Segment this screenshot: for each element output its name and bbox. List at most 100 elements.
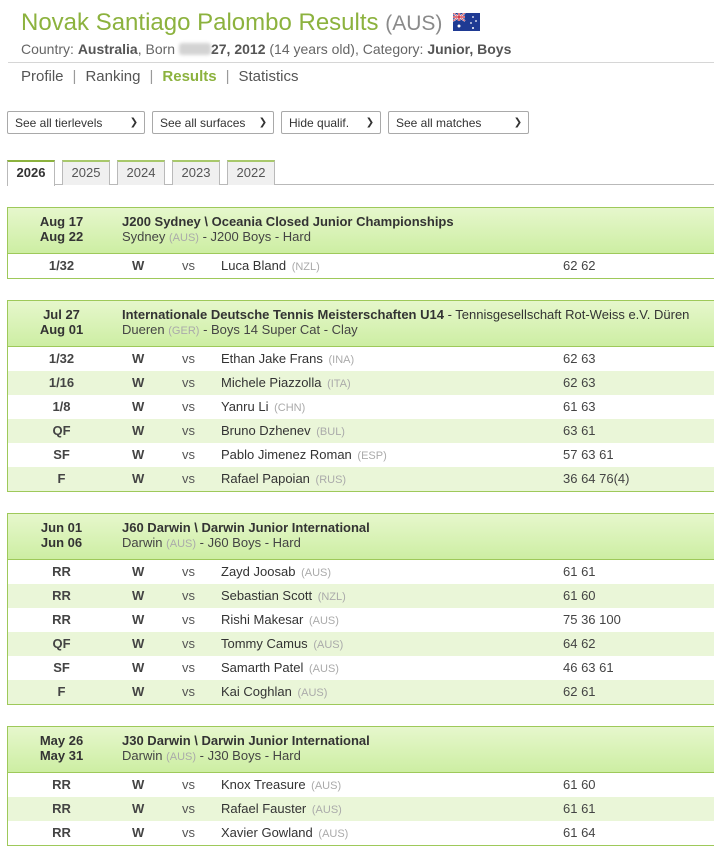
match-row: 1/32 Wvs Luca Bland (NZL) 62 62 — [8, 254, 714, 278]
tournament-country: (AUS) — [166, 751, 197, 763]
tournament-details: - J60 Boys - Hard — [199, 535, 301, 550]
opponent-name[interactable]: Yanru Li — [221, 399, 268, 414]
tournament-details: - J30 Boys - Hard — [199, 748, 301, 763]
match-round: F — [57, 684, 66, 699]
tournament-name[interactable]: Internationale Deutsche Tennis Meistersc… — [122, 307, 689, 322]
player-birth-date: 27, 2012 — [210, 41, 266, 57]
match-opponent: Rishi Makesar (AUS) — [221, 608, 339, 633]
opponent-name[interactable]: Michele Piazzolla — [221, 375, 321, 390]
opponent-name[interactable]: Zayd Joosab — [221, 564, 295, 579]
opponent-name[interactable]: Rishi Makesar — [221, 612, 303, 627]
opponent-name[interactable]: Ethan Jake Frans — [221, 351, 323, 366]
opponent-name[interactable]: Rafael Papoian — [221, 471, 310, 486]
tab-year-2024[interactable]: 2024 — [117, 160, 165, 185]
match-opponent: Tommy Camus (AUS) — [221, 632, 343, 657]
tournament-title[interactable]: J60 Darwin \ Darwin Junior International — [122, 520, 370, 535]
opponent-name[interactable]: Kai Coghlan — [221, 684, 292, 699]
tournament-name[interactable]: J60 Darwin \ Darwin Junior International — [122, 520, 370, 535]
opponent-country: (AUS) — [301, 567, 332, 579]
opponent-name[interactable]: Luca Bland — [221, 258, 286, 273]
tab-year-2025[interactable]: 2025 — [62, 160, 110, 185]
match-vs: vs — [182, 684, 195, 699]
tab-year-2026[interactable]: 2026 — [7, 160, 55, 186]
match-result: W — [132, 684, 145, 699]
opponent-country: (INA) — [328, 354, 355, 366]
match-opponent: Bruno Dzhenev (BUL) — [221, 419, 345, 444]
match-result: W — [132, 612, 145, 627]
match-opponent: Yanru Li (CHN) — [221, 395, 305, 420]
nav-separator: | — [225, 68, 230, 85]
match-vs: vs — [182, 423, 195, 438]
opponent-country: (NZL) — [317, 591, 346, 603]
match-vs: vs — [182, 258, 195, 273]
opponent-name[interactable]: Pablo Jimenez Roman — [221, 447, 352, 462]
tournament-club: - Tennisgesellschaft Rot-Weiss e.V. Düre… — [443, 307, 690, 322]
match-round: QF — [52, 636, 71, 651]
match-score: 64 62 — [563, 636, 596, 651]
tournament-name[interactable]: J30 Darwin \ Darwin Junior International — [122, 733, 370, 748]
match-score: 63 61 — [563, 423, 596, 438]
qualif-select[interactable]: Hide qualif. ❯ — [281, 111, 381, 134]
match-result: W — [132, 660, 145, 675]
tournament-city: Darwin — [122, 748, 163, 763]
match-vs: vs — [182, 777, 195, 792]
match-opponent: Samarth Patel (AUS) — [221, 656, 339, 681]
opponent-name[interactable]: Sebastian Scott — [221, 588, 312, 603]
match-row: QF Wvs Bruno Dzhenev (BUL) 63 61 — [8, 419, 714, 443]
tierlevel-select[interactable]: See all tierlevels ❯ — [7, 111, 145, 134]
tournament-dates: Aug 17 Aug 22 — [8, 214, 115, 244]
nav-profile[interactable]: Profile — [21, 68, 64, 85]
tournament-country: (AUS) — [166, 538, 197, 550]
tournament-city: Darwin — [122, 535, 163, 550]
player-name: Novak Santiago Palombo Results — [21, 9, 379, 36]
opponent-country: (AUS) — [318, 828, 349, 840]
tournament-title[interactable]: Internationale Deutsche Tennis Meistersc… — [122, 307, 444, 322]
match-vs: vs — [182, 399, 195, 414]
tournament-info: Internationale Deutsche Tennis Meistersc… — [122, 307, 689, 339]
tournament-city: Sydney — [122, 229, 166, 244]
opponent-name[interactable]: Bruno Dzhenev — [221, 423, 311, 438]
match-opponent: Ethan Jake Frans (INA) — [221, 347, 354, 372]
tournament-info: J30 Darwin \ Darwin Junior International… — [122, 733, 370, 765]
opponent-name[interactable]: Tommy Camus — [221, 636, 308, 651]
tournament-dates: Jun 01 Jun 06 — [8, 520, 115, 550]
match-opponent: Kai Coghlan (AUS) — [221, 680, 327, 705]
header-divider — [8, 62, 714, 63]
surface-select[interactable]: See all surfaces ❯ — [152, 111, 274, 134]
tournament-title[interactable]: J200 Sydney \ Oceania Closed Junior Cham… — [122, 214, 454, 229]
match-result: W — [132, 636, 145, 651]
tournament-details: - J200 Boys - Hard — [202, 229, 311, 244]
match-score: 36 64 76(4) — [563, 471, 630, 486]
match-result: W — [132, 447, 145, 462]
nav-results[interactable]: Results — [162, 68, 216, 85]
opponent-country: (BUL) — [316, 426, 345, 438]
opponent-name[interactable]: Xavier Gowland — [221, 825, 313, 840]
tournament-title[interactable]: J30 Darwin \ Darwin Junior International — [122, 733, 370, 748]
tab-year-2022[interactable]: 2022 — [227, 160, 275, 185]
tournament-end-date: Aug 22 — [39, 229, 84, 244]
tournament-end-date: May 31 — [39, 748, 84, 763]
australia-flag-icon — [453, 13, 481, 31]
opponent-country: (CHN) — [274, 402, 306, 414]
opponent-country: (AUS) — [313, 639, 344, 651]
qualif-select-value: Hide qualif. — [289, 115, 350, 130]
opponent-name[interactable]: Knox Treasure — [221, 777, 306, 792]
tierlevel-select-value: See all tierlevels — [15, 115, 103, 130]
opponent-name[interactable]: Samarth Patel — [221, 660, 303, 675]
nav-statistics[interactable]: Statistics — [238, 68, 298, 85]
match-vs: vs — [182, 564, 195, 579]
nav-separator: | — [72, 68, 77, 85]
match-score: 62 63 — [563, 375, 596, 390]
match-row: F Wvs Kai Coghlan (AUS) 62 61 — [8, 680, 714, 704]
match-vs: vs — [182, 612, 195, 627]
matches-select[interactable]: See all matches ❯ — [388, 111, 529, 134]
opponent-name[interactable]: Rafael Fauster — [221, 801, 306, 816]
tournament-header: Jul 27 Aug 01 Internationale Deutsche Tenn… — [8, 301, 714, 347]
match-result: W — [132, 258, 145, 273]
tournament-details: - Boys 14 Super Cat - Clay — [203, 322, 358, 337]
tournament-name[interactable]: J200 Sydney \ Oceania Closed Junior Cham… — [122, 214, 454, 229]
player-category: Junior, Boys — [427, 41, 512, 57]
nav-ranking[interactable]: Ranking — [85, 68, 140, 85]
match-round: RR — [52, 564, 71, 579]
tab-year-2023[interactable]: 2023 — [172, 160, 220, 185]
